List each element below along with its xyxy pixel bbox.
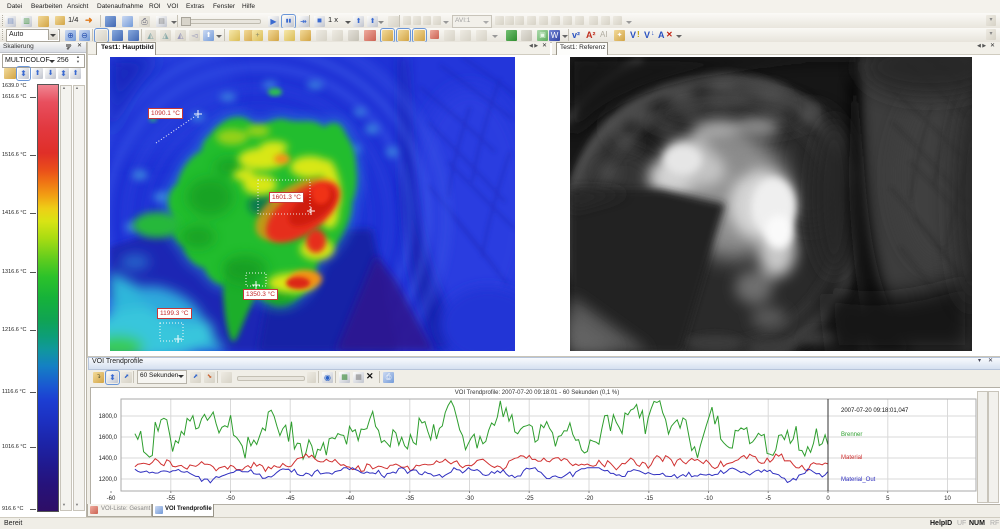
svg-text:Material: Material — [841, 455, 862, 461]
svg-text:-25: -25 — [525, 496, 534, 502]
svg-text:0: 0 — [826, 496, 830, 502]
svg-text:-20: -20 — [585, 496, 594, 502]
svg-text:5: 5 — [886, 496, 890, 502]
svg-text:-50: -50 — [226, 496, 235, 502]
svg-text:2007-07-20 09:18:01,047: 2007-07-20 09:18:01,047 — [841, 408, 909, 414]
svg-text:1200,0: 1200,0 — [99, 477, 118, 483]
svg-text:-60: -60 — [107, 496, 116, 502]
svg-text:-5: -5 — [766, 496, 772, 502]
svg-text:1800,0: 1800,0 — [99, 414, 118, 420]
svg-text:Material_Out: Material_Out — [841, 477, 876, 483]
svg-text:1400,0: 1400,0 — [99, 456, 118, 462]
svg-text:-45: -45 — [286, 496, 295, 502]
svg-text:-35: -35 — [405, 496, 414, 502]
svg-text:1600,0: 1600,0 — [99, 435, 118, 441]
svg-text:VOI Trendprofile: 2007-07-20 0: VOI Trendprofile: 2007-07-20 09:18:01 - … — [455, 390, 619, 396]
svg-text:-30: -30 — [465, 496, 474, 502]
svg-text:-15: -15 — [644, 496, 653, 502]
svg-text:-40: -40 — [346, 496, 355, 502]
svg-text:10: 10 — [944, 496, 951, 502]
svg-text:-55: -55 — [166, 496, 175, 502]
svg-text:Brenner: Brenner — [841, 432, 862, 438]
svg-text:-10: -10 — [704, 496, 713, 502]
